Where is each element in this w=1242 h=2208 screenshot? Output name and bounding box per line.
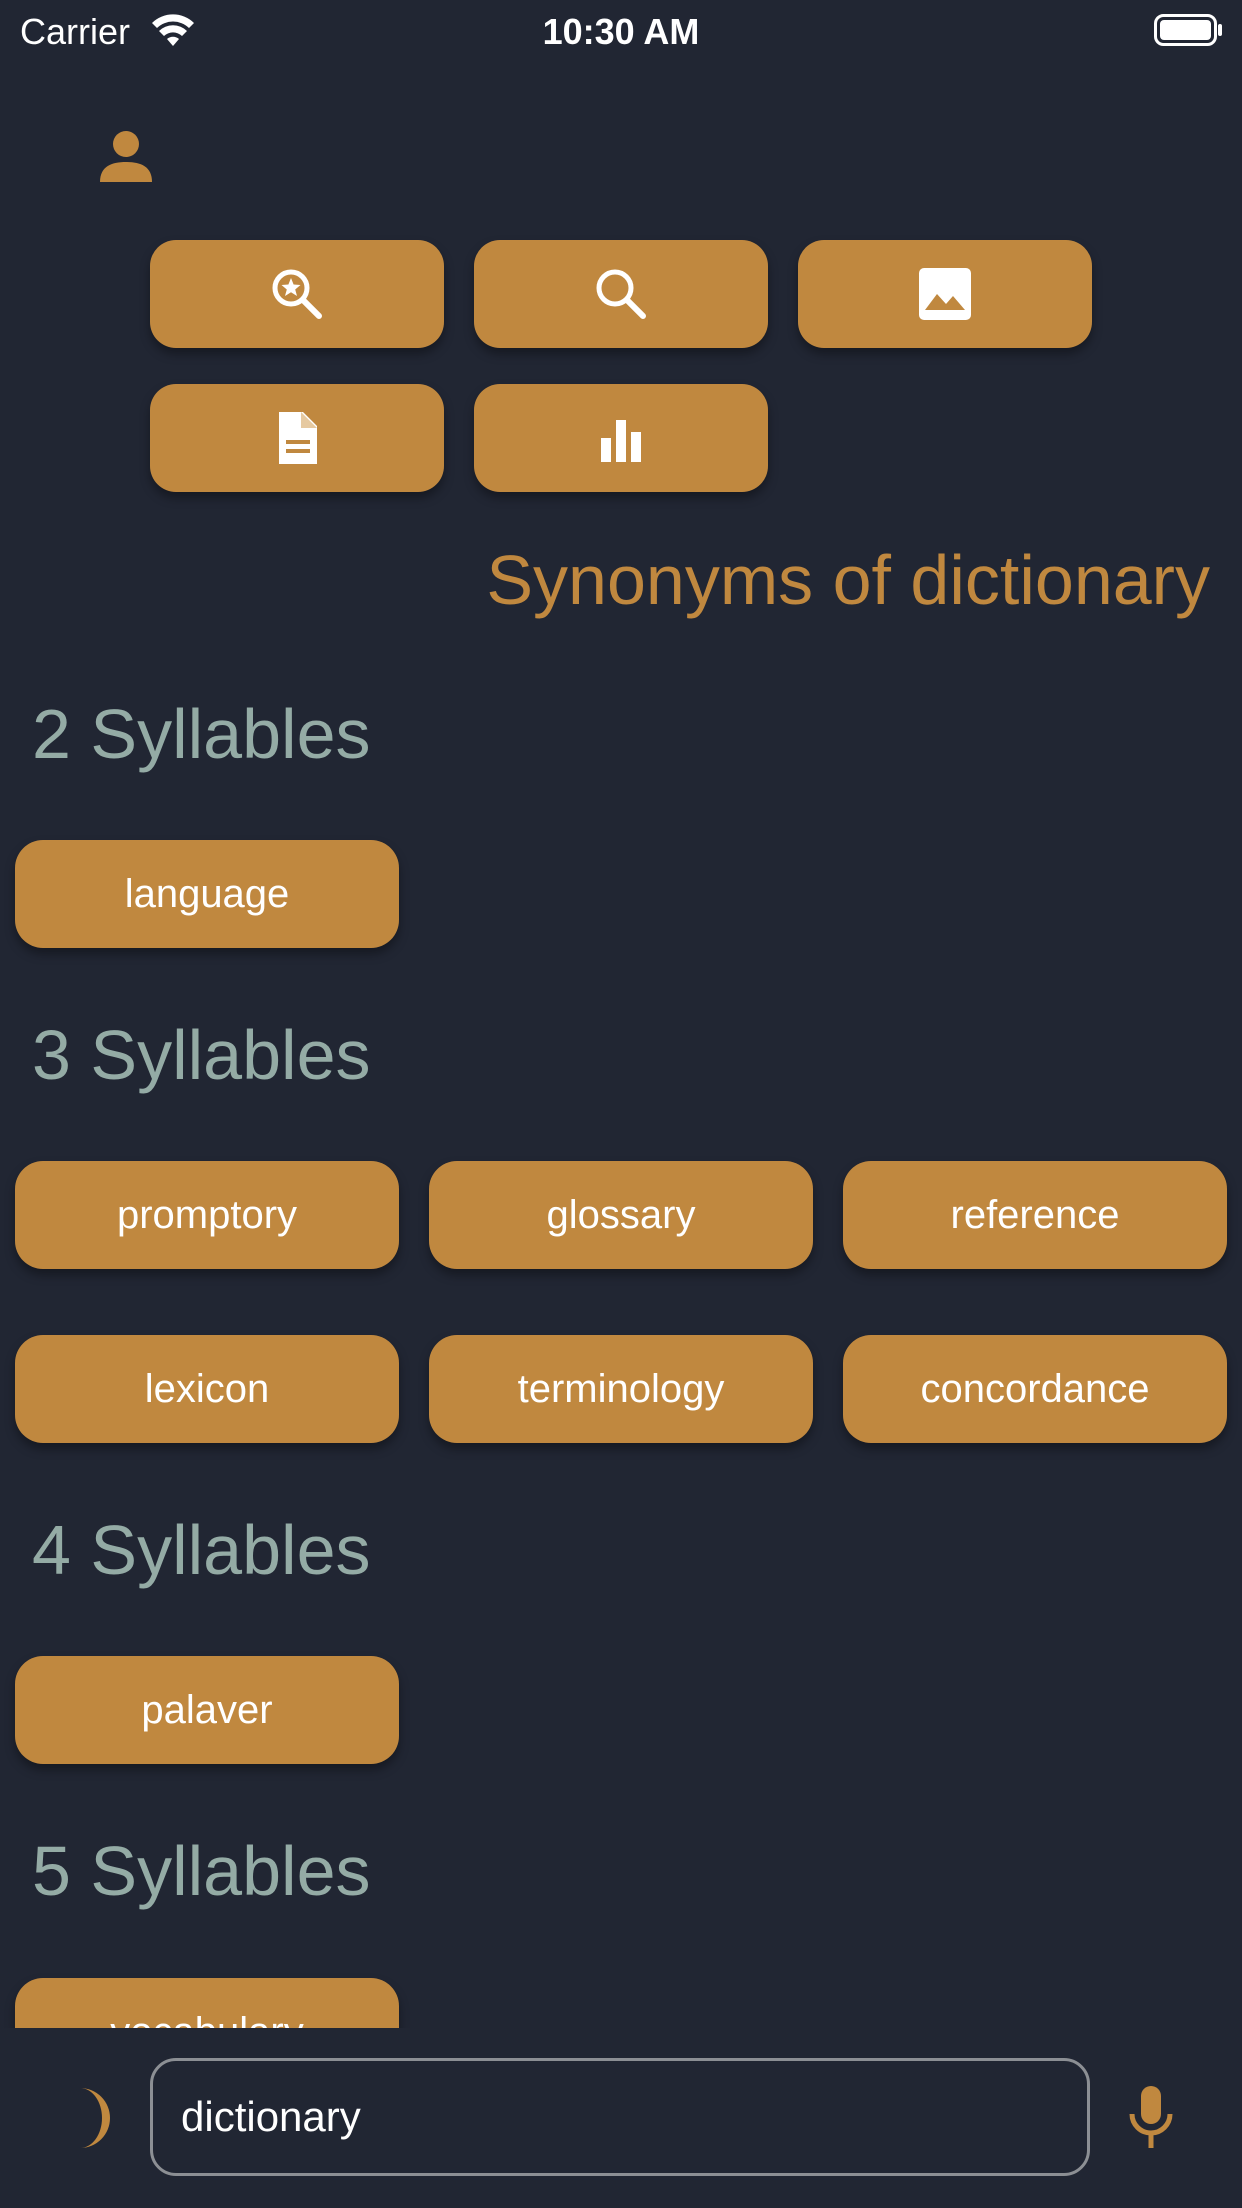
search-star-icon [272,269,322,319]
search-input[interactable] [150,2058,1090,2176]
word-button[interactable]: lexicon [15,1335,399,1443]
screen: Carrier 10:30 AM Synonyms of dictionary … [0,0,1242,2208]
results-scroll-area[interactable]: Synonyms of dictionary 2 Syllables langu… [0,0,1242,2028]
definition-button[interactable] [150,384,444,492]
word-button[interactable]: glossary [429,1161,813,1269]
word-button[interactable]: reference [843,1161,1227,1269]
images-button[interactable] [798,240,1092,348]
word-button[interactable]: promptory [15,1161,399,1269]
document-icon [279,412,317,464]
word-button[interactable]: concordance [843,1335,1227,1443]
rhymes-search-button[interactable] [150,240,444,348]
section-title: 2 Syllables [32,695,371,773]
word-button[interactable]: language [15,840,399,948]
word-button[interactable]: terminology [429,1335,813,1443]
moon-icon[interactable] [66,2086,116,2150]
bar-chart-icon [601,420,641,462]
section-title: 5 Syllables [32,1832,371,1910]
page-title: Synonyms of dictionary [486,541,1210,619]
image-icon [919,268,971,320]
statistics-button[interactable] [474,384,768,492]
search-button[interactable] [474,240,768,348]
microphone-icon[interactable] [1126,2084,1176,2150]
word-button[interactable]: vocabulary [15,1978,399,2028]
word-button[interactable]: palaver [15,1656,399,1764]
search-icon [596,269,646,319]
profile-icon[interactable] [96,126,156,186]
section-title: 3 Syllables [32,1016,371,1094]
section-title: 4 Syllables [32,1511,371,1589]
